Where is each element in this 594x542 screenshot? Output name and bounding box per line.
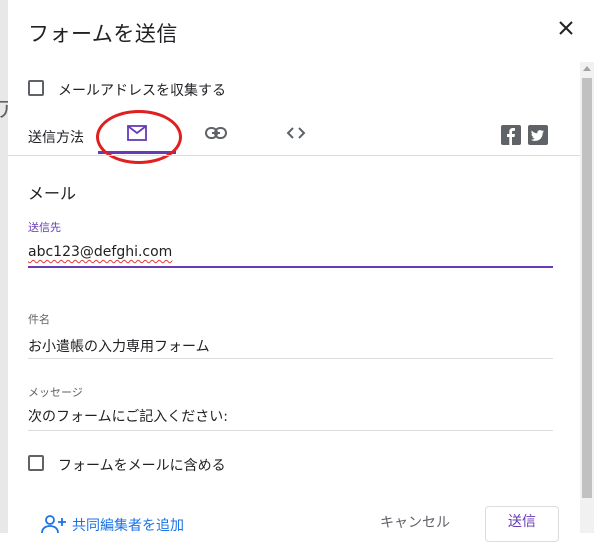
add-person-icon bbox=[41, 515, 66, 534]
collect-email-checkbox[interactable] bbox=[28, 80, 44, 96]
subject-field-label: 件名 bbox=[28, 313, 50, 326]
to-field-label: 送信先 bbox=[28, 221, 61, 234]
link-icon bbox=[205, 127, 227, 139]
add-collaborators-label: 共同編集者を追加 bbox=[72, 518, 184, 534]
message-field-label: メッセージ bbox=[28, 386, 83, 399]
message-field-input[interactable]: 次のフォームにご記入ください: bbox=[28, 406, 228, 426]
twitter-icon[interactable] bbox=[528, 125, 548, 145]
send-button[interactable]: 送信 bbox=[485, 506, 559, 542]
close-icon[interactable] bbox=[556, 18, 576, 38]
message-field-underline bbox=[28, 430, 553, 431]
send-via-label: 送信方法 bbox=[28, 130, 84, 146]
to-field-underline bbox=[28, 266, 553, 268]
tab-link[interactable] bbox=[176, 116, 254, 154]
dialog-title: フォームを送信 bbox=[28, 22, 178, 46]
cancel-button[interactable]: キャンセル bbox=[380, 512, 450, 532]
include-form-label: フォームをメールに含める bbox=[58, 458, 226, 474]
embed-code-icon bbox=[286, 127, 306, 139]
active-tab-underline bbox=[98, 151, 176, 154]
tabs-divider bbox=[8, 155, 580, 156]
tab-email[interactable] bbox=[98, 116, 176, 154]
subject-field-underline bbox=[28, 358, 553, 359]
background-page bbox=[0, 0, 8, 533]
to-field-input[interactable]: abc123@defghi.com bbox=[28, 244, 172, 260]
send-form-dialog: フォームを送信 メールアドレスを収集する 送信方法 メール 送信先 abc123… bbox=[8, 0, 594, 542]
facebook-icon[interactable] bbox=[501, 125, 521, 145]
subject-field-input[interactable]: お小遣帳の入力専用フォーム bbox=[28, 336, 210, 356]
scrollbar-thumb[interactable] bbox=[582, 78, 592, 498]
collect-email-label: メールアドレスを収集する bbox=[58, 83, 226, 99]
tab-embed[interactable] bbox=[256, 116, 334, 154]
email-icon bbox=[127, 125, 147, 141]
email-section-title: メール bbox=[28, 184, 77, 203]
include-form-checkbox[interactable] bbox=[28, 455, 44, 471]
scroll-up-arrow-icon[interactable] bbox=[583, 66, 591, 71]
